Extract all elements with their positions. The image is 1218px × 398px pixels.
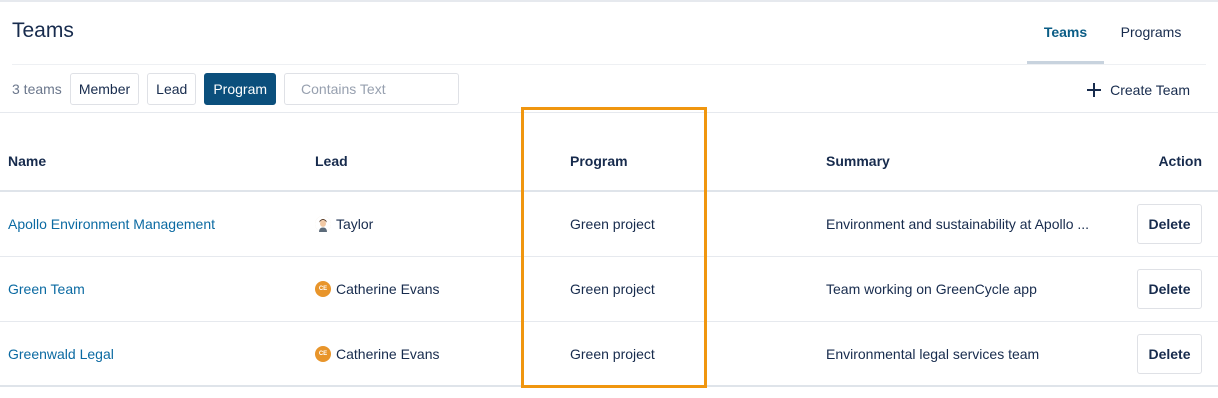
create-team-label: Create Team <box>1110 82 1190 98</box>
tab-teams[interactable]: Teams <box>1027 2 1104 64</box>
lead-name: Catherine Evans <box>336 281 440 297</box>
initials-avatar: CE <box>315 346 331 362</box>
column-header-action: Action <box>1158 153 1202 169</box>
filter-toolbar: 3 teams Member Lead Program <box>12 72 460 106</box>
column-header-lead[interactable]: Lead <box>315 153 348 169</box>
plus-icon <box>1087 83 1102 97</box>
initials-avatar: CE <box>315 281 331 297</box>
search-input[interactable] <box>284 73 460 105</box>
filter-member-button[interactable]: Member <box>69 73 140 105</box>
delete-button[interactable]: Delete <box>1137 334 1202 374</box>
filter-lead-button[interactable]: Lead <box>147 73 197 105</box>
page-title: Teams <box>12 19 74 42</box>
team-name-link[interactable]: Greenwald Legal <box>8 322 114 386</box>
table-row: Green Team CE Catherine Evans Green proj… <box>0 257 1218 322</box>
table-header: Name Lead Program Summary Action <box>0 113 1218 192</box>
tab-programs[interactable]: Programs <box>1104 2 1198 64</box>
summary-cell: Environment and sustainability at Apollo… <box>826 216 1090 232</box>
delete-button[interactable]: Delete <box>1137 269 1202 309</box>
lead-name: Taylor <box>336 216 374 232</box>
delete-button[interactable]: Delete <box>1137 204 1202 244</box>
header-divider <box>12 64 1206 65</box>
summary-cell: Environmental legal services team <box>826 346 1040 362</box>
table-row: Greenwald Legal CE Catherine Evans Green… <box>0 322 1218 387</box>
teams-page: Teams Teams Programs 3 teams Member Lead… <box>0 0 1218 398</box>
teams-table: Name Lead Program Summary Action Apollo … <box>0 113 1218 387</box>
lead-cell: CE Catherine Evans <box>315 257 440 321</box>
program-cell: Green project <box>570 281 655 297</box>
page-header: Teams Teams Programs <box>0 2 1218 66</box>
lead-cell: Taylor <box>315 192 373 256</box>
person-photo-avatar <box>315 216 331 232</box>
column-header-name[interactable]: Name <box>8 153 46 169</box>
filter-program-button[interactable]: Program <box>204 73 277 105</box>
program-cell: Green project <box>570 216 655 232</box>
create-team-button[interactable]: Create Team <box>1087 78 1190 102</box>
column-header-program[interactable]: Program <box>570 153 628 169</box>
view-tabs: Teams Programs <box>1027 2 1218 64</box>
lead-cell: CE Catherine Evans <box>315 322 440 386</box>
team-name-link[interactable]: Apollo Environment Management <box>8 192 215 256</box>
lead-name: Catherine Evans <box>336 346 440 362</box>
team-name-link[interactable]: Green Team <box>8 257 85 321</box>
program-cell: Green project <box>570 346 655 362</box>
team-count: 3 teams <box>12 81 62 97</box>
table-row: Apollo Environment Management Taylor Gre… <box>0 192 1218 257</box>
column-header-summary[interactable]: Summary <box>826 153 890 169</box>
summary-cell: Team working on GreenCycle app <box>826 281 1037 297</box>
